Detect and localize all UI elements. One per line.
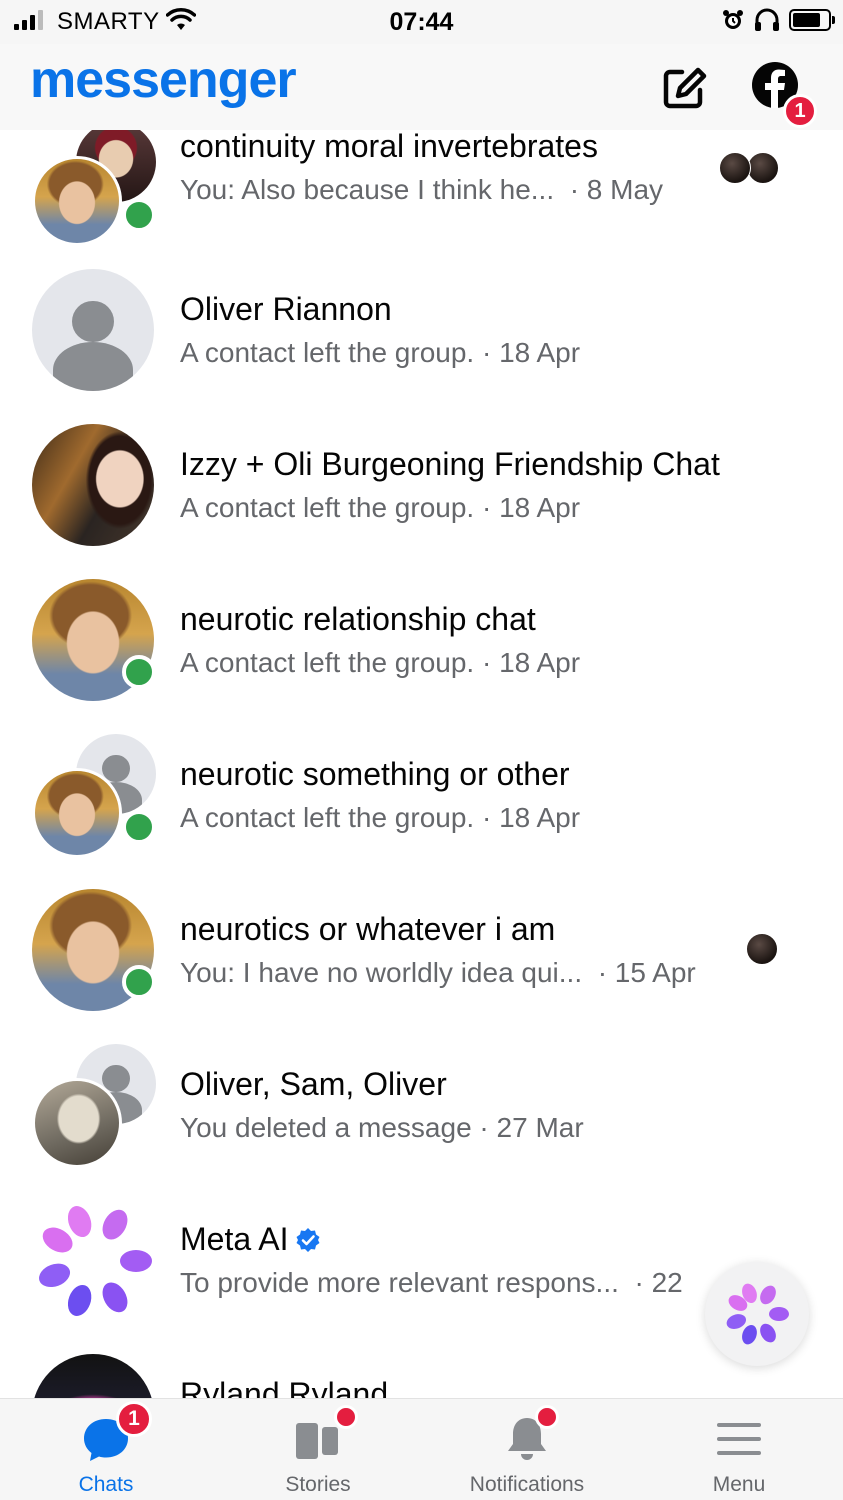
avatar-photo xyxy=(32,768,122,858)
notifications-dot xyxy=(535,1405,559,1429)
seen-by-avatar xyxy=(747,152,779,184)
compose-icon[interactable] xyxy=(660,64,708,112)
messenger-logo: messenger xyxy=(30,51,297,109)
status-bar: SMARTY 07:44 xyxy=(0,0,843,44)
conversation-row[interactable]: neurotics or whatever i am You: I have n… xyxy=(0,889,843,1039)
tab-label: Menu xyxy=(712,1473,766,1496)
online-indicator xyxy=(122,810,156,844)
verified-badge-icon xyxy=(296,1228,319,1252)
app-header: messenger 1 xyxy=(0,44,843,130)
seen-by-avatar xyxy=(746,933,778,965)
conversation-row[interactable]: Oliver, Sam, Oliver You deleted a messag… xyxy=(0,1044,843,1194)
tab-label: Stories xyxy=(285,1473,351,1496)
seen-by-avatar xyxy=(719,152,751,184)
conversation-row[interactable]: neurotic relationship chat A contact lef… xyxy=(0,579,843,729)
online-indicator xyxy=(122,965,156,999)
stories-notification-dot xyxy=(334,1405,358,1429)
conversation-title: Meta AI xyxy=(180,1221,321,1258)
meta-ai-button[interactable] xyxy=(705,1262,809,1366)
avatar xyxy=(32,1354,156,1398)
meta-ai-icon xyxy=(39,1206,152,1316)
conversation-title: Ryland Ryland xyxy=(180,1376,389,1398)
avatar-photo xyxy=(32,424,154,546)
conversation-list[interactable]: continuity moral invertebrates You: Also… xyxy=(0,130,843,1398)
online-indicator xyxy=(122,198,156,232)
tab-menu[interactable]: Menu xyxy=(659,1399,819,1500)
conversation-title: Izzy + Oli Burgeoning Friendship Chat xyxy=(180,446,720,482)
online-indicator xyxy=(122,655,156,689)
conversation-row[interactable]: Oliver Riannon A contact left the group.… xyxy=(0,269,843,419)
bottom-tab-bar: 1 Chats Stories Notifications Menu xyxy=(0,1398,843,1500)
conversation-title: neurotic something or other xyxy=(180,756,570,792)
avatar-photo xyxy=(32,1078,122,1168)
conversation-preview: A contact left the group. · 18 Apr xyxy=(180,337,581,368)
avatar xyxy=(32,424,156,548)
battery-icon xyxy=(789,9,835,31)
conversation-preview: A contact left the group. · 18 Apr xyxy=(180,492,581,523)
headphones-icon xyxy=(755,8,779,31)
conversation-preview: A contact left the group. · 18 Apr xyxy=(180,802,581,833)
group-avatar xyxy=(32,1044,156,1168)
tab-label: Chats xyxy=(78,1473,134,1496)
stories-icon xyxy=(296,1423,338,1459)
conversation-preview: To provide more relevant respons... · 22 xyxy=(180,1267,683,1298)
facebook-notification-badge: 1 xyxy=(783,94,817,128)
group-avatar xyxy=(32,734,156,858)
avatar xyxy=(32,889,156,1013)
conversation-row[interactable]: continuity moral invertebrates You: Also… xyxy=(0,130,843,272)
conversation-row[interactable]: neurotic something or other A contact le… xyxy=(0,734,843,884)
conversation-title: neurotics or whatever i am xyxy=(180,911,556,947)
avatar xyxy=(32,269,156,393)
hamburger-menu-icon xyxy=(717,1423,761,1455)
group-avatar xyxy=(32,130,156,246)
conversation-title: neurotic relationship chat xyxy=(180,601,536,637)
conversation-preview: You: I have no worldly idea qui... · 15 … xyxy=(180,957,696,988)
conversation-title: continuity moral invertebrates xyxy=(180,130,598,164)
tab-chats[interactable]: 1 Chats xyxy=(26,1399,186,1500)
chats-unread-badge: 1 xyxy=(116,1401,152,1437)
conversation-title: Oliver Riannon xyxy=(180,291,392,327)
conversation-row[interactable]: Izzy + Oli Burgeoning Friendship Chat A … xyxy=(0,424,843,574)
avatar-photo xyxy=(32,156,122,246)
avatar-photo xyxy=(32,1354,154,1398)
alarm-icon xyxy=(723,10,743,29)
conversation-preview: A contact left the group. · 18 Apr xyxy=(180,647,581,678)
default-person-icon xyxy=(32,269,154,391)
tab-notifications[interactable]: Notifications xyxy=(447,1399,607,1500)
tab-stories[interactable]: Stories xyxy=(238,1399,398,1500)
conversation-title: Oliver, Sam, Oliver xyxy=(180,1066,447,1102)
avatar xyxy=(32,579,156,703)
meta-ai-icon xyxy=(726,1283,789,1345)
conversation-preview: You deleted a message · 27 Mar xyxy=(180,1112,584,1143)
status-time: 07:44 xyxy=(389,8,454,36)
tab-label: Notifications xyxy=(469,1473,585,1496)
avatar xyxy=(32,1199,156,1323)
conversation-preview: You: Also because I think he... · 8 May xyxy=(180,174,664,205)
